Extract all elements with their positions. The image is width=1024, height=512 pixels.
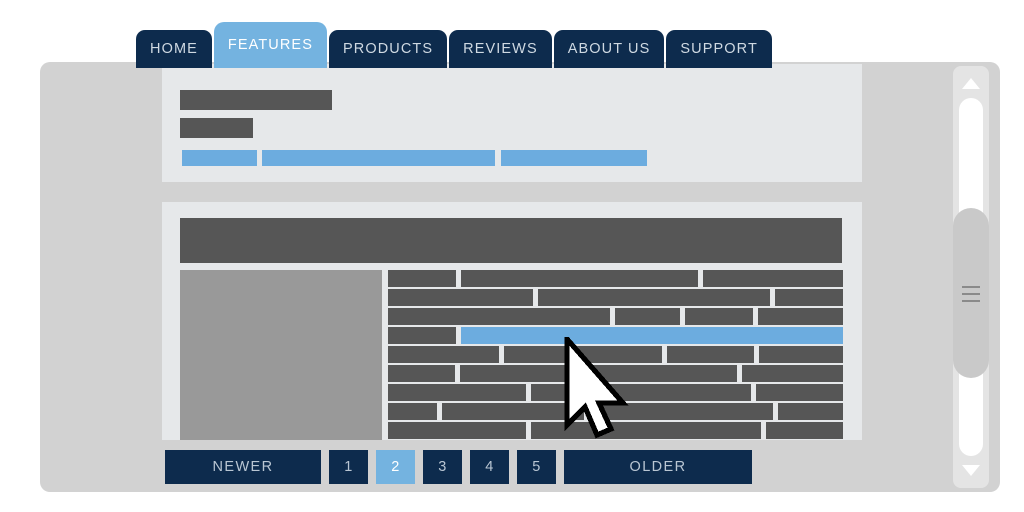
text-line-row bbox=[388, 422, 843, 439]
text-segment-placeholder bbox=[742, 365, 843, 382]
pagination-page-5[interactable]: 5 bbox=[517, 450, 556, 484]
text-segment-placeholder bbox=[388, 327, 456, 344]
text-segment-placeholder bbox=[388, 346, 499, 363]
text-segment-placeholder bbox=[588, 403, 773, 420]
pagination-newer-button[interactable]: NEWER bbox=[165, 450, 321, 484]
text-segment-placeholder bbox=[685, 308, 753, 325]
text-segment-placeholder bbox=[388, 308, 610, 325]
header-action-bar-2[interactable] bbox=[262, 150, 495, 166]
text-line-row bbox=[388, 365, 843, 382]
text-line-row bbox=[388, 308, 843, 325]
text-line-row bbox=[388, 289, 843, 306]
text-segment-placeholder bbox=[460, 365, 738, 382]
tab-features[interactable]: FEATURES bbox=[213, 22, 327, 68]
tab-reviews[interactable]: REVIEWS bbox=[449, 30, 552, 68]
scrollbar-thumb[interactable] bbox=[953, 208, 989, 378]
text-segment-placeholder bbox=[755, 384, 843, 401]
tab-support[interactable]: SUPPORT bbox=[666, 30, 772, 68]
text-segment-placeholder bbox=[758, 346, 843, 363]
pagination-page-2[interactable]: 2 bbox=[376, 450, 415, 484]
grip-line bbox=[962, 300, 980, 302]
text-segment-placeholder bbox=[388, 270, 456, 287]
header-subtitle-placeholder bbox=[180, 118, 253, 138]
pagination-page-4[interactable]: 4 bbox=[470, 450, 509, 484]
header-action-bar-1[interactable] bbox=[182, 150, 257, 166]
text-segment-placeholder bbox=[388, 422, 527, 439]
text-segment-placeholder bbox=[388, 365, 456, 382]
pagination-older-button[interactable]: OLDER bbox=[564, 450, 752, 484]
text-segment-placeholder bbox=[758, 308, 843, 325]
pagination-page-3[interactable]: 3 bbox=[423, 450, 462, 484]
content-image-placeholder bbox=[180, 270, 382, 440]
triangle-down-icon[interactable] bbox=[962, 465, 980, 476]
text-line-row bbox=[388, 327, 843, 344]
text-segment-placeholder bbox=[775, 289, 843, 306]
text-line-row bbox=[388, 346, 843, 363]
text-segment-placeholder bbox=[666, 346, 754, 363]
header-title-placeholder bbox=[180, 90, 332, 110]
tab-products[interactable]: PRODUCTS bbox=[328, 30, 448, 68]
text-segment-placeholder bbox=[531, 384, 751, 401]
text-line-row bbox=[388, 270, 843, 287]
text-segment-placeholder bbox=[461, 270, 698, 287]
text-segment-placeholder bbox=[503, 346, 662, 363]
text-segment-placeholder bbox=[703, 270, 843, 287]
content-hero-placeholder bbox=[180, 218, 842, 263]
text-segment-placeholder bbox=[388, 403, 437, 420]
text-segment-placeholder bbox=[615, 308, 680, 325]
highlighted-link-placeholder[interactable] bbox=[461, 327, 843, 344]
text-segment-placeholder bbox=[388, 289, 533, 306]
text-segment-placeholder bbox=[777, 403, 844, 420]
tab-home[interactable]: HOME bbox=[136, 30, 212, 68]
main-navigation: HOME FEATURES PRODUCTS REVIEWS ABOUT US SUPPO… bbox=[136, 22, 774, 68]
text-segment-placeholder bbox=[441, 403, 584, 420]
triangle-up-icon[interactable] bbox=[962, 78, 980, 89]
tab-about-us[interactable]: ABOUT US bbox=[553, 30, 665, 68]
grip-line bbox=[962, 293, 980, 295]
text-segment-placeholder bbox=[538, 289, 770, 306]
text-line-row bbox=[388, 384, 843, 401]
header-action-bar-3[interactable] bbox=[501, 150, 647, 166]
grip-line bbox=[962, 286, 980, 288]
pagination: NEWER 1 2 3 4 5 OLDER bbox=[165, 450, 752, 484]
text-segment-placeholder bbox=[531, 422, 761, 439]
text-segment-placeholder bbox=[765, 422, 843, 439]
pagination-page-1[interactable]: 1 bbox=[329, 450, 368, 484]
text-line-row bbox=[388, 403, 844, 420]
text-segment-placeholder bbox=[388, 384, 527, 401]
